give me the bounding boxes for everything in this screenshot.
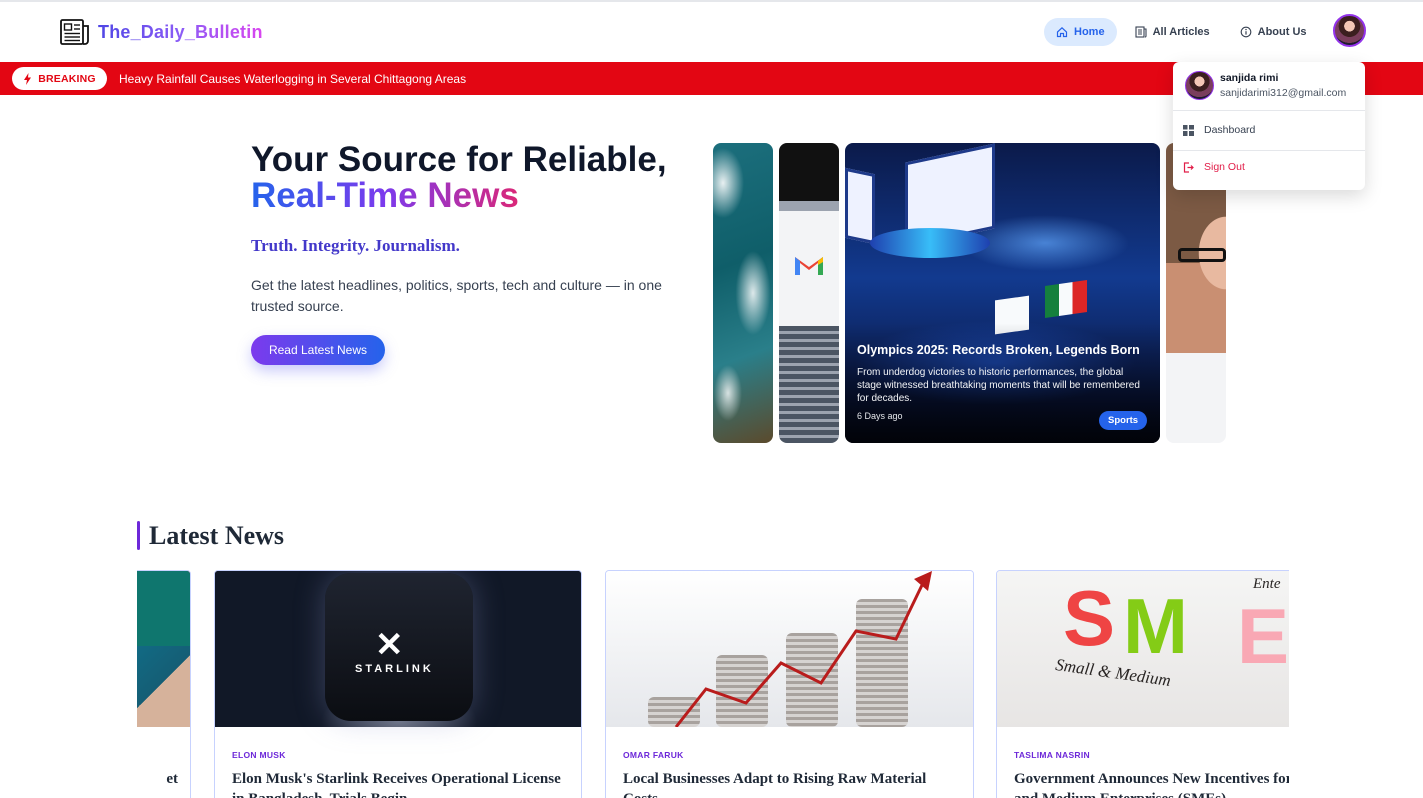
sign-out-label: Sign Out (1204, 161, 1245, 173)
section-accent-bar (137, 521, 140, 550)
nav-link-about-us[interactable]: About Us (1228, 18, 1319, 46)
user-email: sanjidarimi312@gmail.com (1220, 87, 1347, 99)
nav-link-label: About Us (1257, 26, 1307, 38)
flag-image (1045, 280, 1087, 318)
home-icon (1056, 26, 1068, 38)
sign-out-icon (1183, 161, 1194, 173)
latest-news-heading: Latest News (149, 521, 285, 550)
news-card[interactable]: S M E Ente Small & Medium TASLIMA NASRIN… (996, 570, 1289, 798)
card-image: S M E Ente Small & Medium (997, 571, 1289, 727)
lightning-icon (24, 72, 32, 85)
newspaper-icon (60, 19, 89, 45)
brand-logo[interactable]: The_Daily_Bulletin (60, 18, 263, 46)
divider (1173, 150, 1365, 151)
latest-news-carousel: et ✕ STARLINK ELON MUSK Elon Musk's Star… (137, 570, 1289, 798)
read-latest-news-button[interactable]: Read Latest News (251, 335, 385, 365)
card-title[interactable]: Elon Musk's Starlink Receives Operationa… (232, 769, 572, 798)
user-name: sanjida rimi (1220, 72, 1279, 84)
slide-gmail-laptop[interactable] (779, 143, 839, 443)
news-card[interactable]: et (137, 570, 191, 798)
card-image (606, 571, 973, 727)
slide-title[interactable]: Olympics 2025: Records Broken, Legends B… (857, 343, 1140, 357)
card-title[interactable]: Local Businesses Adapt to Rising Raw Mat… (623, 769, 963, 798)
slide-timestamp: 6 Days ago (857, 411, 903, 421)
slide-ocean-waves[interactable] (713, 143, 773, 443)
user-dropdown-menu: sanjida rimi sanjidarimi312@gmail.com Da… (1173, 62, 1365, 190)
card-author: ELON MUSK (232, 750, 286, 760)
hero-title-highlight: Real-Time News (251, 176, 519, 215)
card-author: OMAR FARUK (623, 750, 684, 760)
newspaper-icon (1135, 26, 1147, 38)
hero-title: Your Source for Reliable, (251, 140, 667, 179)
dashboard-icon (1183, 124, 1194, 136)
dropdown-user-info: sanjida rimi sanjidarimi312@gmail.com (1185, 71, 1346, 100)
sign-out-menu-item[interactable]: Sign Out (1183, 161, 1245, 173)
nav-link-home[interactable]: Home (1044, 18, 1117, 46)
navbar: The_Daily_Bulletin Home All Articles Abo… (0, 2, 1423, 62)
starlink-wordmark: STARLINK (355, 663, 434, 675)
gmail-logo-icon (795, 257, 823, 275)
news-card[interactable]: ✕ STARLINK ELON MUSK Elon Musk's Starlin… (214, 570, 582, 798)
featured-slide[interactable]: Olympics 2025: Records Broken, Legends B… (845, 143, 1160, 443)
nav-links: Home All Articles About Us (1044, 18, 1319, 46)
nav-link-all-articles[interactable]: All Articles (1123, 18, 1222, 46)
card-author: TASLIMA NASRIN (1014, 750, 1090, 760)
news-card[interactable]: OMAR FARUK Local Businesses Adapt to Ris… (605, 570, 974, 798)
dashboard-menu-item[interactable]: Dashboard (1183, 124, 1255, 136)
card-image: ✕ STARLINK (215, 571, 581, 727)
hero-description: Get the latest headlines, politics, spor… (251, 277, 662, 314)
breaking-badge-label: BREAKING (38, 72, 96, 85)
slide-description: From underdog victories to historic perf… (857, 367, 1140, 404)
breaking-headline[interactable]: Heavy Rainfall Causes Waterlogging in Se… (119, 72, 466, 86)
hero-tagline: Truth. Integrity. Journalism. (251, 236, 460, 255)
divider (1173, 110, 1365, 111)
card-title: et (166, 771, 178, 787)
nav-link-label: Home (1074, 26, 1105, 38)
info-icon (1240, 26, 1251, 38)
dashboard-label: Dashboard (1204, 124, 1256, 136)
category-badge[interactable]: Sports (1099, 411, 1148, 430)
nav-link-label: All Articles (1152, 26, 1210, 38)
brand-name: The_Daily_Bulletin (98, 21, 263, 42)
breaking-badge: BREAKING (12, 67, 107, 90)
user-avatar-button[interactable] (1333, 14, 1366, 47)
starlink-logo-icon: ✕ (375, 626, 404, 664)
avatar (1185, 71, 1214, 100)
card-title[interactable]: Government Announces New Incentives for … (1014, 769, 1289, 798)
growth-arrow-icon (674, 571, 932, 727)
